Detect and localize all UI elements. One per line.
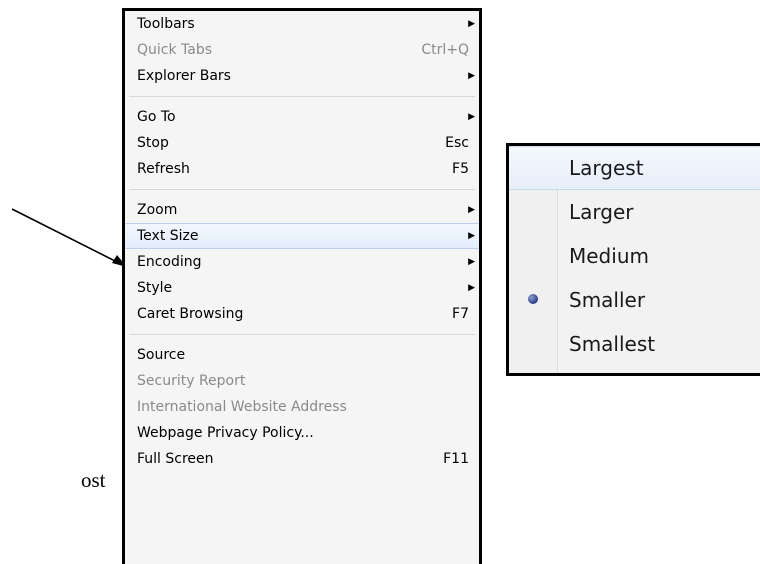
chevron-right-icon: ▶ [468,231,475,241]
submenu-item-label: Medium [569,244,649,268]
menu-item-label: Full Screen [137,451,214,467]
submenu-item-larger[interactable]: Larger [509,190,760,234]
menu-item-label: Source [137,347,186,363]
menu-item-label: Stop [137,135,169,151]
submenu-item-medium[interactable]: Medium [509,234,760,278]
menu-item-label: Style [137,280,173,296]
submenu-item-label: Larger [569,200,634,224]
menu-item-stop[interactable]: Stop Esc [125,130,479,156]
menu-separator [129,96,475,97]
submenu-item-smaller[interactable]: Smaller [509,278,760,322]
menu-item-source[interactable]: Source [125,342,479,368]
menu-item-label: Security Report [137,373,246,389]
menu-item-security-report: Security Report [125,368,479,394]
menu-item-zoom[interactable]: Zoom ▶ [125,197,479,223]
submenu-item-label: Smallest [569,332,656,356]
menu-item-toolbars[interactable]: Toolbars ▶ [125,11,479,37]
menu-item-full-screen[interactable]: Full Screen F11 [125,446,479,472]
menu-item-label: Go To [137,109,176,125]
menu-item-refresh[interactable]: Refresh F5 [125,156,479,182]
menu-item-go-to[interactable]: Go To ▶ [125,104,479,130]
menu-item-label: Explorer Bars [137,68,231,84]
menu-item-label: Encoding [137,254,202,270]
menu-item-label: Caret Browsing [137,306,244,322]
menu-item-label: Refresh [137,161,190,177]
submenu-item-label: Largest [569,156,644,180]
submenu-item-smallest[interactable]: Smallest [509,322,760,366]
menu-item-webpage-privacy-policy[interactable]: Webpage Privacy Policy... [125,420,479,446]
menu-separator [129,334,475,335]
menu-item-explorer-bars[interactable]: Explorer Bars ▶ [125,63,479,89]
menu-item-shortcut: F11 [443,451,469,467]
chevron-right-icon: ▶ [468,19,475,29]
menu-item-label: Text Size [137,228,199,244]
submenu-item-largest[interactable]: Largest [509,146,760,190]
menu-item-quick-tabs: Quick Tabs Ctrl+Q [125,37,479,63]
menu-item-shortcut: F7 [452,306,469,322]
chevron-right-icon: ▶ [468,205,475,215]
text-size-submenu: Largest Larger Medium Smaller Smallest [506,143,760,376]
chevron-right-icon: ▶ [468,112,475,122]
menu-item-style[interactable]: Style ▶ [125,275,479,301]
menu-item-label: Webpage Privacy Policy... [137,425,314,441]
arrow-line [11,208,120,264]
menu-item-shortcut: Ctrl+Q [421,42,469,58]
menu-item-caret-browsing[interactable]: Caret Browsing F7 [125,301,479,327]
menu-item-encoding[interactable]: Encoding ▶ [125,249,479,275]
menu-item-text-size[interactable]: Text Size ▶ [125,223,479,249]
menu-item-label: Zoom [137,202,178,218]
chevron-right-icon: ▶ [468,283,475,293]
chevron-right-icon: ▶ [468,71,475,81]
menu-item-shortcut: Esc [445,135,469,151]
menu-separator [129,189,475,190]
submenu-item-label: Smaller [569,288,646,312]
view-menu: Toolbars ▶ Quick Tabs Ctrl+Q Explorer Ba… [122,8,482,564]
menu-item-shortcut: F5 [452,161,469,177]
menu-item-label: International Website Address [137,399,347,415]
partial-text-fragment: ost [81,468,106,492]
menu-item-label: Toolbars [137,16,195,32]
menu-item-label: Quick Tabs [137,42,213,58]
menu-item-international-website-address: International Website Address [125,394,479,420]
radio-bullet-icon [528,294,538,304]
chevron-right-icon: ▶ [468,257,475,267]
